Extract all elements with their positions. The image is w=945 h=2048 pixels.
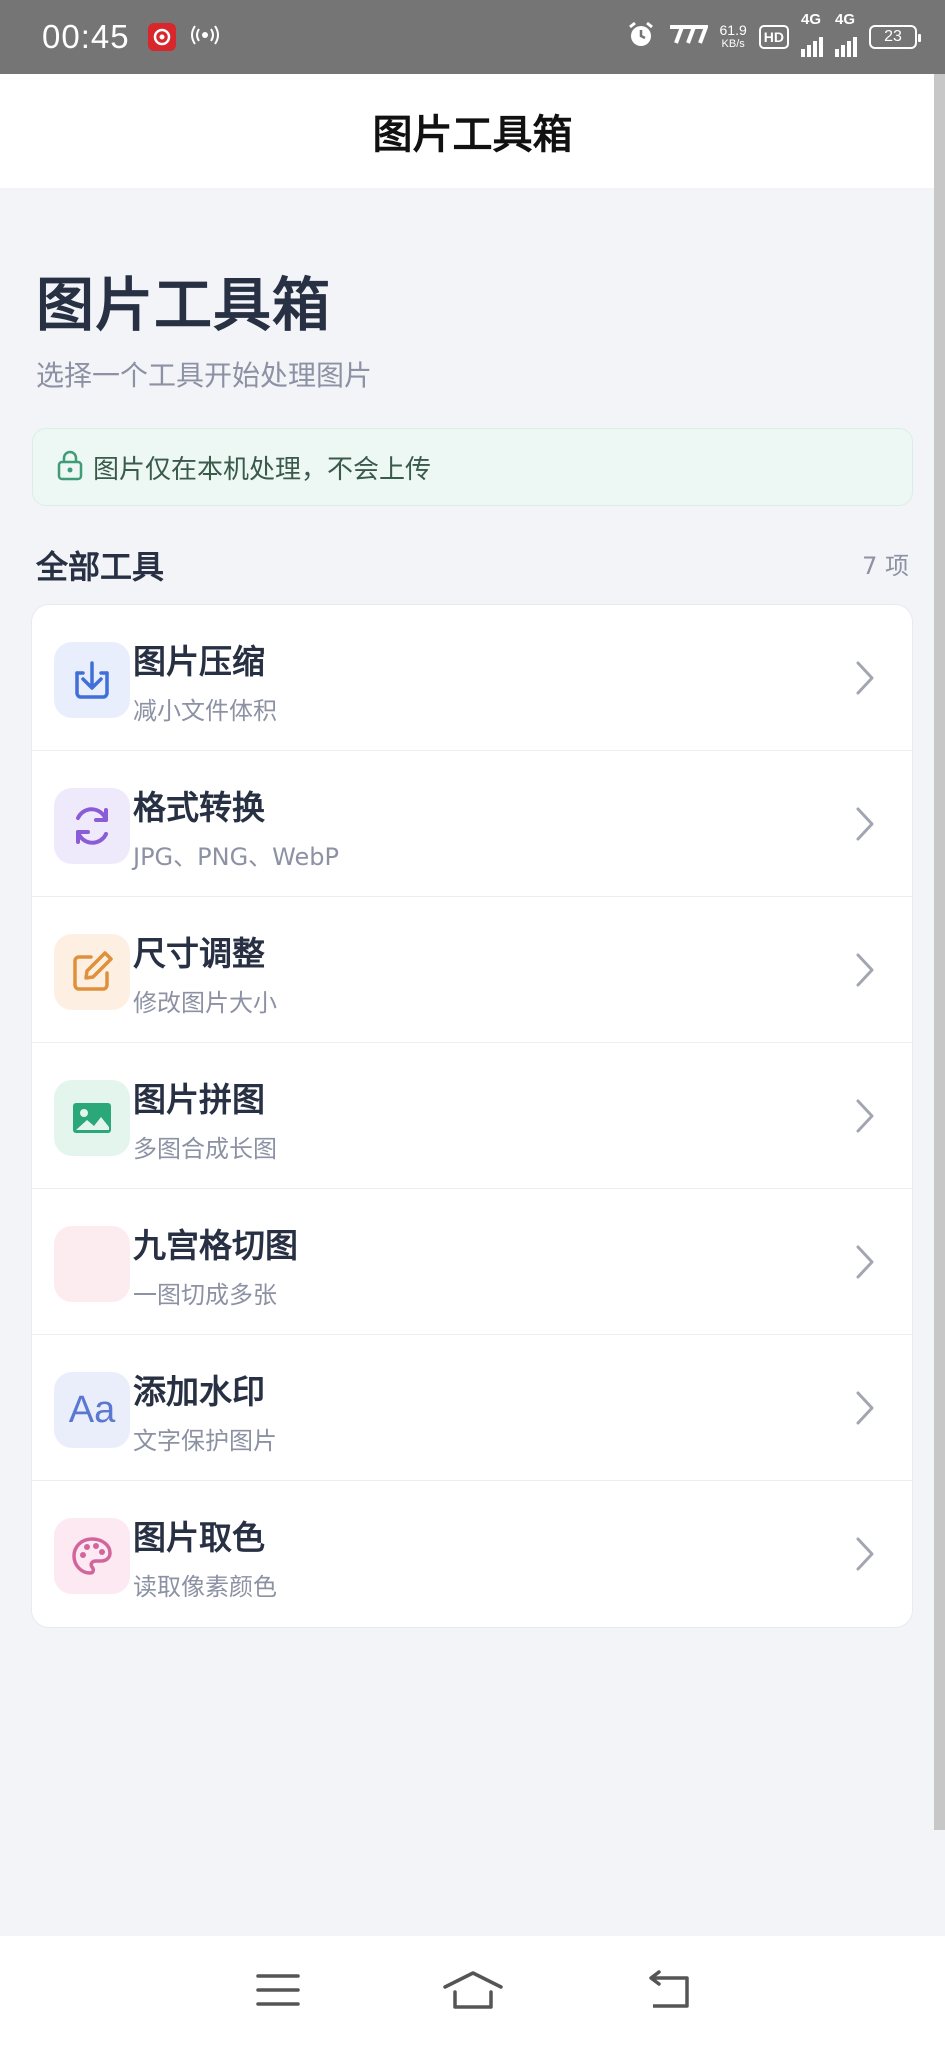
image-icon xyxy=(54,1080,130,1156)
tool-desc: 文字保护图片 xyxy=(133,1427,277,1455)
menu-icon xyxy=(254,1970,302,2014)
home-icon xyxy=(441,1967,505,2017)
download-icon xyxy=(54,642,130,718)
back-button[interactable] xyxy=(628,1962,708,2022)
tool-title: 图片压缩 xyxy=(133,642,265,681)
app-header: 图片工具箱 xyxy=(0,74,945,188)
menu-button[interactable] xyxy=(238,1962,318,2022)
page-title: 图片工具箱 xyxy=(36,271,332,339)
net-speed-value: 61.9 xyxy=(719,22,747,38)
status-time: 00:45 xyxy=(42,18,130,55)
text-icon-label: Aa xyxy=(68,1388,116,1431)
chevron-right-icon xyxy=(854,1535,876,1577)
tool-title: 尺寸调整 xyxy=(133,934,265,973)
chevron-right-icon xyxy=(854,1097,876,1139)
palette-icon xyxy=(54,1518,130,1594)
tool-item-grid-cut[interactable]: 九宫格切图 一图切成多张 xyxy=(32,1189,912,1335)
signal-icon: 4G xyxy=(835,11,857,57)
tool-title: 九宫格切图 xyxy=(133,1226,298,1265)
section-count: 7 项 xyxy=(862,552,909,580)
sim2-label: 4G xyxy=(835,11,856,28)
tool-item-collage[interactable]: 图片拼图 多图合成长图 xyxy=(32,1043,912,1189)
back-icon xyxy=(643,1970,693,2014)
net-speed-unit: KB/s xyxy=(721,38,745,50)
chevron-right-icon xyxy=(854,659,876,701)
net-speed: 61.9 KB/s xyxy=(720,23,747,51)
alarm-icon xyxy=(626,20,656,54)
tool-item-convert[interactable]: 格式转换 JPG、PNG、WebP xyxy=(32,751,912,897)
system-nav-bar xyxy=(0,1936,945,2048)
header-title: 图片工具箱 xyxy=(372,112,573,158)
tool-item-resize[interactable]: 尺寸调整 修改图片大小 xyxy=(32,897,912,1043)
notification-app-icon xyxy=(147,23,176,51)
lock-icon xyxy=(55,449,85,485)
tool-desc: JPG、PNG、WebP xyxy=(133,843,339,871)
hd-icon: HD xyxy=(758,25,789,49)
tool-desc: 一图切成多张 xyxy=(133,1281,277,1309)
tool-title: 图片拼图 xyxy=(133,1080,265,1119)
chevron-right-icon xyxy=(854,951,876,993)
status-left-icons xyxy=(147,23,220,51)
chevron-right-icon xyxy=(854,805,876,847)
status-right-icons: 61.9 KB/s HD 4G 4G 23 xyxy=(626,11,921,57)
tool-desc: 多图合成长图 xyxy=(133,1135,277,1163)
chevron-right-icon xyxy=(854,1389,876,1431)
tool-title: 图片取色 xyxy=(133,1518,265,1557)
text-icon: Aa xyxy=(54,1372,130,1448)
signal-icon: 4G xyxy=(801,11,823,57)
privacy-text: 图片仅在本机处理，不会上传 xyxy=(93,454,432,485)
tool-list: 图片压缩 减小文件体积 格式转换 JPG、PNG、WebP 尺寸调整 修改图片大… xyxy=(31,604,913,1628)
edit-icon xyxy=(54,934,130,1010)
hotspot-icon xyxy=(190,23,220,51)
privacy-notice: 图片仅在本机处理，不会上传 xyxy=(32,428,913,506)
sim1-label: 4G xyxy=(801,11,822,28)
tool-desc: 修改图片大小 xyxy=(133,989,277,1017)
scrollbar[interactable] xyxy=(934,74,945,1830)
page-subtitle: 选择一个工具开始处理图片 xyxy=(36,359,373,392)
home-button[interactable] xyxy=(433,1962,513,2022)
tool-item-color-picker[interactable]: 图片取色 读取像素颜色 xyxy=(32,1481,912,1627)
tool-item-compress[interactable]: 图片压缩 减小文件体积 xyxy=(32,605,912,751)
status-bar: 00:45 61.9 KB/s HD 4G 4G 23 xyxy=(0,0,945,74)
tool-desc: 读取像素颜色 xyxy=(133,1573,277,1601)
battery-icon: 23 xyxy=(869,25,921,49)
network-speed-icon xyxy=(668,23,709,51)
tool-title: 添加水印 xyxy=(133,1372,265,1411)
refresh-icon xyxy=(54,788,130,864)
tool-item-watermark[interactable]: Aa 添加水印 文字保护图片 xyxy=(32,1335,912,1481)
battery-level: 23 xyxy=(884,28,902,45)
tool-desc: 减小文件体积 xyxy=(133,697,277,725)
chevron-right-icon xyxy=(854,1243,876,1285)
grid-icon xyxy=(54,1226,130,1302)
tool-title: 格式转换 xyxy=(133,788,265,827)
section-title: 全部工具 xyxy=(36,548,165,586)
